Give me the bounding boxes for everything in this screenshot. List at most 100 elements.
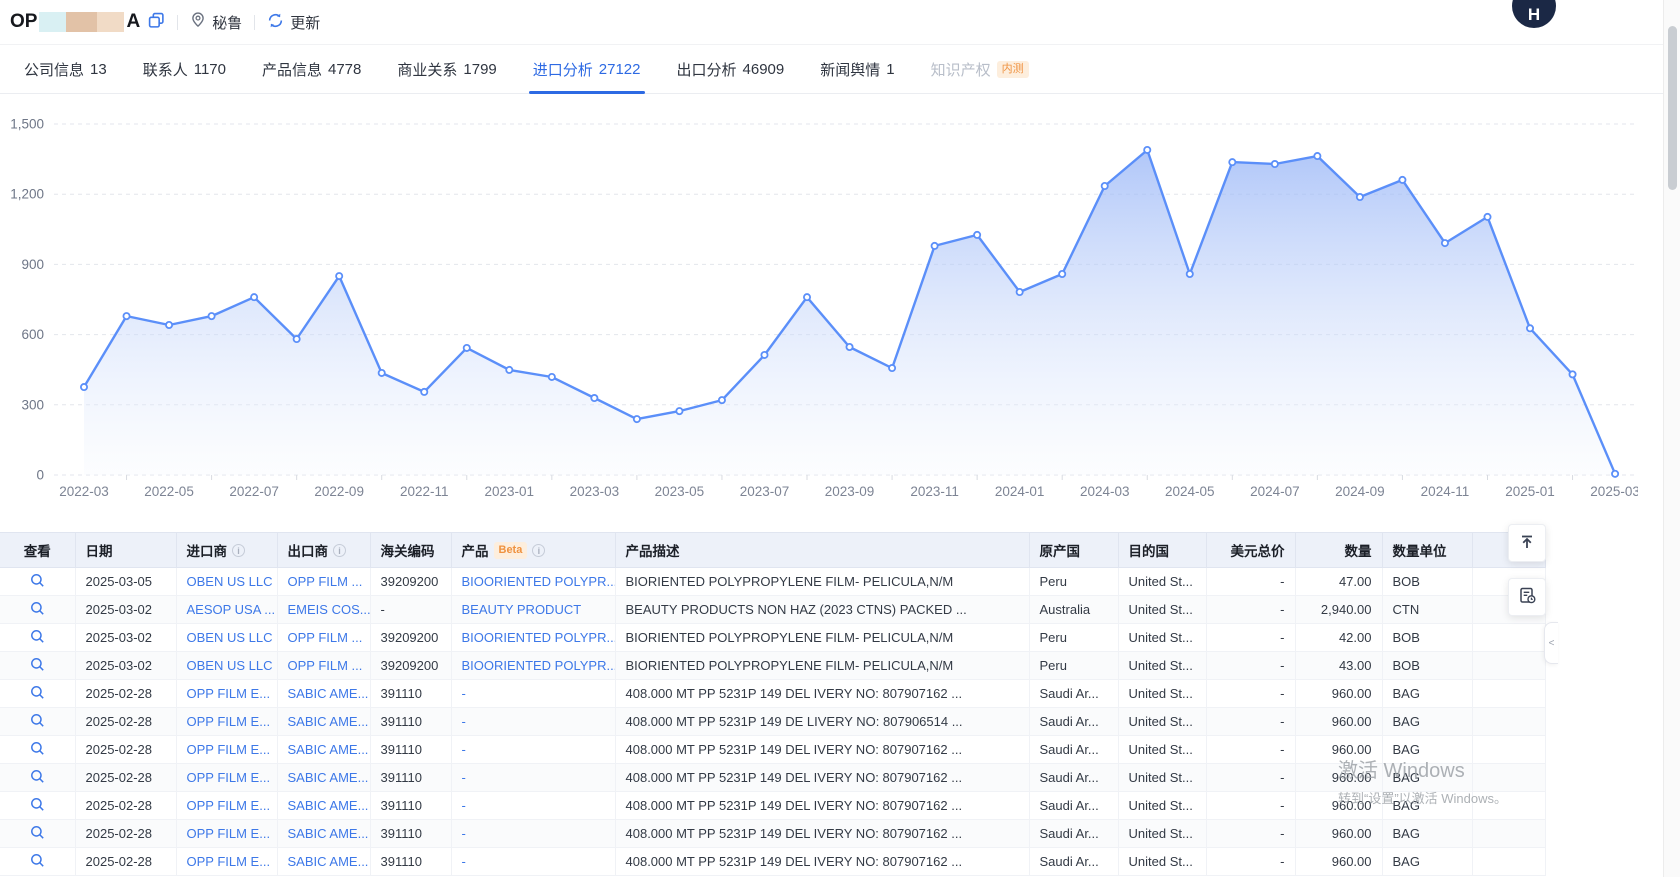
- product-link[interactable]: -: [462, 686, 466, 701]
- back-to-top-button[interactable]: [1508, 524, 1546, 562]
- importer-link[interactable]: OBEN US LLC: [187, 630, 273, 645]
- scrollbar-thumb[interactable]: [1668, 26, 1677, 190]
- product-link[interactable]: -: [462, 742, 466, 757]
- dest-country-cell: United St...: [1118, 848, 1206, 876]
- importer-link[interactable]: OPP FILM E...: [187, 742, 271, 757]
- importer-link[interactable]: OPP FILM E...: [187, 854, 271, 869]
- exporter-link[interactable]: SABIC AME...: [288, 770, 369, 785]
- origin-country-cell: Peru: [1029, 652, 1118, 680]
- tab-news-sentiment[interactable]: 新闻舆情1: [806, 45, 908, 93]
- product-link[interactable]: -: [462, 826, 466, 841]
- refresh-label[interactable]: 更新: [290, 12, 320, 33]
- copy-company-name-button[interactable]: [148, 12, 165, 32]
- product-link[interactable]: -: [462, 714, 466, 729]
- date-cell: 2025-02-28: [75, 792, 176, 820]
- data-point-marker: [932, 243, 938, 249]
- view-record-cell[interactable]: [0, 708, 75, 736]
- table-row: 2025-02-28 OPP FILM E... SABIC AME... 39…: [0, 820, 1545, 848]
- product-link[interactable]: -: [462, 798, 466, 813]
- x-axis-tick-label: 2022-03: [59, 484, 109, 499]
- magnifier-icon[interactable]: [30, 604, 45, 619]
- exporter-link[interactable]: SABIC AME...: [288, 742, 369, 757]
- exporter-link[interactable]: OPP FILM ...: [288, 658, 363, 673]
- importer-link[interactable]: OPP FILM E...: [187, 798, 271, 813]
- exporter-link[interactable]: OPP FILM ...: [288, 574, 363, 589]
- product-desc-cell: BIORIENTED POLYPROPYLENE FILM- PELICULA,…: [615, 652, 1029, 680]
- exporter-link[interactable]: EMEIS COS...: [288, 602, 371, 617]
- table-row: 2025-02-28 OPP FILM E... SABIC AME... 39…: [0, 792, 1545, 820]
- exporter-link[interactable]: SABIC AME...: [288, 826, 369, 841]
- refresh-button[interactable]: [267, 12, 284, 32]
- importer-link[interactable]: OPP FILM E...: [187, 770, 271, 785]
- magnifier-icon[interactable]: [30, 856, 45, 871]
- tab-business-relations[interactable]: 商业关系1799: [383, 45, 510, 93]
- exporter-link[interactable]: SABIC AME...: [288, 714, 369, 729]
- view-record-cell[interactable]: [0, 848, 75, 876]
- view-record-cell[interactable]: [0, 792, 75, 820]
- x-axis-tick-label: 2024-07: [1250, 484, 1300, 499]
- arrow-up-to-line-icon: [1518, 533, 1536, 554]
- magnifier-icon[interactable]: [30, 828, 45, 843]
- importer-link[interactable]: AESOP USA ...: [187, 602, 276, 617]
- info-icon[interactable]: [532, 544, 545, 557]
- product-link[interactable]: BIOORIENTED POLYPR...: [462, 630, 616, 645]
- tab-export-analysis[interactable]: 出口分析46909: [663, 45, 799, 93]
- view-record-cell[interactable]: [0, 764, 75, 792]
- exporter-link[interactable]: SABIC AME...: [288, 854, 369, 869]
- data-point-marker: [1357, 194, 1363, 200]
- data-point-marker: [123, 313, 129, 319]
- browse-history-button[interactable]: [1508, 578, 1546, 616]
- tab-product-info[interactable]: 产品信息4778: [248, 45, 375, 93]
- importer-link[interactable]: OPP FILM E...: [187, 826, 271, 841]
- view-record-cell[interactable]: [0, 736, 75, 764]
- view-record-cell[interactable]: [0, 596, 75, 624]
- importer-link[interactable]: OBEN US LLC: [187, 574, 273, 589]
- tab-intellectual-property[interactable]: 知识产权 内测: [917, 45, 1043, 93]
- magnifier-icon[interactable]: [30, 576, 45, 591]
- y-axis-tick-label: 600: [21, 327, 44, 342]
- product-link[interactable]: BIOORIENTED POLYPR...: [462, 574, 616, 589]
- importer-link[interactable]: OPP FILM E...: [187, 686, 271, 701]
- view-record-cell[interactable]: [0, 652, 75, 680]
- magnifier-icon[interactable]: [30, 688, 45, 703]
- importer-link[interactable]: OPP FILM E...: [187, 714, 271, 729]
- collapse-panel-handle[interactable]: <: [1544, 622, 1558, 664]
- exporter-link[interactable]: SABIC AME...: [288, 686, 369, 701]
- magnifier-icon[interactable]: [30, 744, 45, 759]
- tab-company-info[interactable]: 公司信息13: [10, 45, 121, 93]
- magnifier-icon[interactable]: [30, 660, 45, 675]
- product-cell: -: [451, 848, 615, 876]
- product-desc-cell: 408.000 MT PP 5231P 149 DEL IVERY NO: 80…: [615, 736, 1029, 764]
- magnifier-icon[interactable]: [30, 716, 45, 731]
- import-trend-area-chart[interactable]: 03006009001,2001,5002022-032022-052022-0…: [0, 94, 1638, 506]
- exporter-cell: SABIC AME...: [277, 708, 370, 736]
- importer-cell: OPP FILM E...: [176, 680, 277, 708]
- view-record-cell[interactable]: [0, 680, 75, 708]
- user-avatar[interactable]: H: [1512, 0, 1556, 28]
- tab-contacts[interactable]: 联系人1170: [129, 45, 240, 93]
- empty-cell: [1472, 848, 1545, 876]
- chevron-left-icon: <: [1549, 638, 1555, 649]
- info-icon[interactable]: [232, 544, 245, 557]
- importer-cell: OPP FILM E...: [176, 792, 277, 820]
- exporter-link[interactable]: SABIC AME...: [288, 798, 369, 813]
- exporter-link[interactable]: OPP FILM ...: [288, 630, 363, 645]
- product-link[interactable]: -: [462, 770, 466, 785]
- tab-import-analysis[interactable]: 进口分析27122: [519, 45, 655, 93]
- magnifier-icon[interactable]: [30, 632, 45, 647]
- view-record-cell[interactable]: [0, 820, 75, 848]
- page-scrollbar[interactable]: [1663, 0, 1680, 877]
- magnifier-icon[interactable]: [30, 772, 45, 787]
- importer-link[interactable]: OBEN US LLC: [187, 658, 273, 673]
- data-point-marker: [506, 367, 512, 373]
- view-record-cell[interactable]: [0, 624, 75, 652]
- product-link[interactable]: BIOORIENTED POLYPR...: [462, 658, 616, 673]
- info-icon[interactable]: [333, 544, 346, 557]
- table-body: 2025-03-05 OBEN US LLC OPP FILM ... 3920…: [0, 568, 1545, 876]
- data-point-marker: [591, 395, 597, 401]
- view-record-cell[interactable]: [0, 568, 75, 596]
- product-link[interactable]: -: [462, 854, 466, 869]
- col-dest-country: 目的国: [1118, 533, 1206, 568]
- magnifier-icon[interactable]: [30, 800, 45, 815]
- product-link[interactable]: BEAUTY PRODUCT: [462, 602, 582, 617]
